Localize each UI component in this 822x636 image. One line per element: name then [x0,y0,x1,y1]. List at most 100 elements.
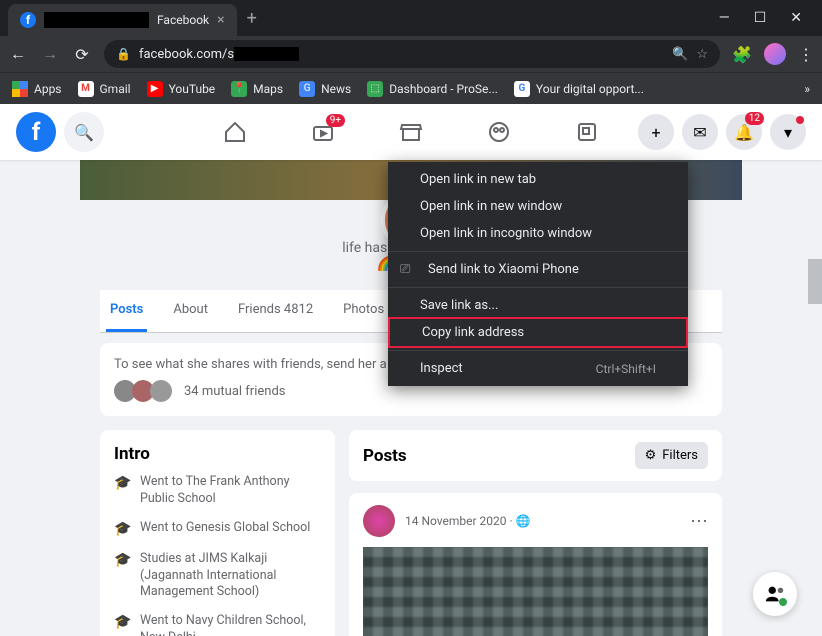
new-tab-button[interactable]: + [247,8,257,29]
create-button[interactable]: + [638,114,674,150]
news-icon: G [299,81,315,97]
ctx-open-incognito[interactable]: Open link in incognito window [388,220,688,247]
bookmark-youtube[interactable]: ▶YouTube [147,81,216,97]
mutual-friends-count: 34 mutual friends [184,384,285,399]
nav-watch[interactable]: 9+ [309,118,337,146]
post-image[interactable] [363,547,708,636]
menu-dots-icon[interactable]: ⋮ [798,45,814,64]
bookmark-star-icon[interactable]: ☆ [696,47,708,62]
tab-friends[interactable]: Friends 4812 [234,290,317,332]
education-icon: 🎓 [114,474,130,508]
filter-icon: ⚙ [645,448,657,463]
nav-gaming[interactable] [573,118,601,146]
nav-marketplace[interactable] [397,118,425,146]
dashboard-icon: ⬚ [367,81,383,97]
ctx-save-link-as[interactable]: Save link as... [388,292,688,319]
maximize-icon[interactable]: ☐ [754,10,767,26]
youtube-icon: ▶ [147,81,163,97]
education-icon: 🎓 [114,551,130,602]
post-header: 14 November 2020 · 🌐 ⋯ [363,505,708,537]
facebook-header: f 🔍 9+ + ✉ 🔔12 ▾ [0,104,822,160]
bookmark-digital[interactable]: GYour digital opport... [514,81,644,97]
notifications-button[interactable]: 🔔12 [726,114,762,150]
ctx-open-new-window[interactable]: Open link in new window [388,193,688,220]
redacted-url [234,47,299,61]
intro-card: Intro 🎓Went to The Frank Anthony Public … [100,430,335,636]
facebook-nav: 9+ [221,118,601,146]
window-controls: — ☐ ✕ [719,10,822,26]
bookmark-news[interactable]: GNews [299,81,351,97]
account-dot-icon [796,116,804,124]
posts-header: Posts ⚙Filters [349,430,722,481]
nav-groups[interactable] [485,118,513,146]
ctx-open-new-tab[interactable]: Open link in new tab [388,166,688,193]
intro-item: 🎓Went to The Frank Anthony Public School [114,474,321,508]
post-menu-button[interactable]: ⋯ [690,511,708,532]
gmail-icon: M [78,81,94,97]
bookmark-apps[interactable]: Apps [12,81,62,97]
tab-posts[interactable]: Posts [106,290,147,332]
zoom-icon[interactable]: 🔍 [672,47,688,62]
education-icon: 🎓 [114,613,130,636]
intro-item: 🎓Studies at JIMS Kalkaji (Jagannath Inte… [114,551,321,602]
context-menu: Open link in new tab Open link in new wi… [388,162,688,386]
device-icon: ⎚ [400,262,416,277]
post-card: 14 November 2020 · 🌐 ⋯ [349,493,722,636]
minimize-icon[interactable]: — [719,10,730,26]
tab-photos[interactable]: Photos [339,290,388,332]
browser-tab[interactable]: f Facebook × [8,4,237,36]
post-author-avatar[interactable] [363,505,395,537]
mutual-avatar-icon [150,380,172,402]
education-icon: 🎓 [114,520,130,539]
watch-badge: 9+ [326,114,345,127]
account-menu-button[interactable]: ▾ [770,114,806,150]
window-titlebar: f Facebook × + — ☐ ✕ [0,0,822,36]
profile-columns: Intro 🎓Went to The Frank Anthony Public … [100,430,722,636]
forward-button[interactable]: → [40,44,60,64]
posts-title: Posts [363,446,407,466]
tab-about[interactable]: About [169,290,212,332]
extensions-icon[interactable]: 🧩 [732,45,752,64]
new-message-button[interactable] [753,572,797,616]
ctx-separator [388,251,688,252]
intro-item: 🎓Went to Navy Children School, New Delhi [114,613,321,636]
close-icon[interactable]: ✕ [790,10,802,26]
bookmarks-bar: Apps MGmail ▶YouTube 📍Maps GNews ⬚Dashbo… [0,72,822,104]
redacted-block [44,12,149,28]
filters-button[interactable]: ⚙Filters [635,442,708,469]
bookmark-maps[interactable]: 📍Maps [231,81,283,97]
ctx-inspect[interactable]: InspectCtrl+Shift+I [388,355,688,382]
notif-badge: 12 [745,112,764,125]
post-date[interactable]: 14 November 2020 · 🌐 [405,514,531,528]
facebook-header-right: + ✉ 🔔12 ▾ [638,114,806,150]
bookmark-dashboard[interactable]: ⬚Dashboard - ProSe... [367,81,498,97]
bookmark-gmail[interactable]: MGmail [78,81,131,97]
address-bar[interactable]: 🔒 facebook.com/s 🔍 ☆ [104,40,720,68]
reload-button[interactable]: ⟳ [72,45,92,64]
globe-icon: 🌐 [516,514,531,528]
lock-icon: 🔒 [116,47,131,61]
intro-title: Intro [114,444,321,464]
bookmarks-overflow-icon[interactable]: » [804,82,810,96]
apps-grid-icon [12,81,28,97]
ctx-separator [388,287,688,288]
facebook-logo-icon[interactable]: f [16,112,56,152]
tab-title: Facebook [157,13,209,27]
messenger-button[interactable]: ✉ [682,114,718,150]
google-icon: G [514,81,530,97]
scrollbar-thumb[interactable] [808,259,822,304]
facebook-favicon-icon: f [20,12,36,28]
search-button[interactable]: 🔍 [64,112,104,152]
tab-close-icon[interactable]: × [217,12,224,28]
browser-toolbar: ← → ⟳ 🔒 facebook.com/s 🔍 ☆ 🧩 ⋮ [0,36,822,72]
maps-pin-icon: 📍 [231,81,247,97]
online-dot-icon [779,598,787,606]
url-text: facebook.com/s [139,47,664,62]
ctx-separator [388,350,688,351]
nav-home[interactable] [221,118,249,146]
ctx-shortcut: Ctrl+Shift+I [596,362,656,376]
ctx-send-to-phone[interactable]: ⎚Send link to Xiaomi Phone [388,256,688,283]
profile-avatar-icon[interactable] [764,43,786,65]
ctx-copy-link-address[interactable]: Copy link address [388,317,688,348]
back-button[interactable]: ← [8,44,28,64]
